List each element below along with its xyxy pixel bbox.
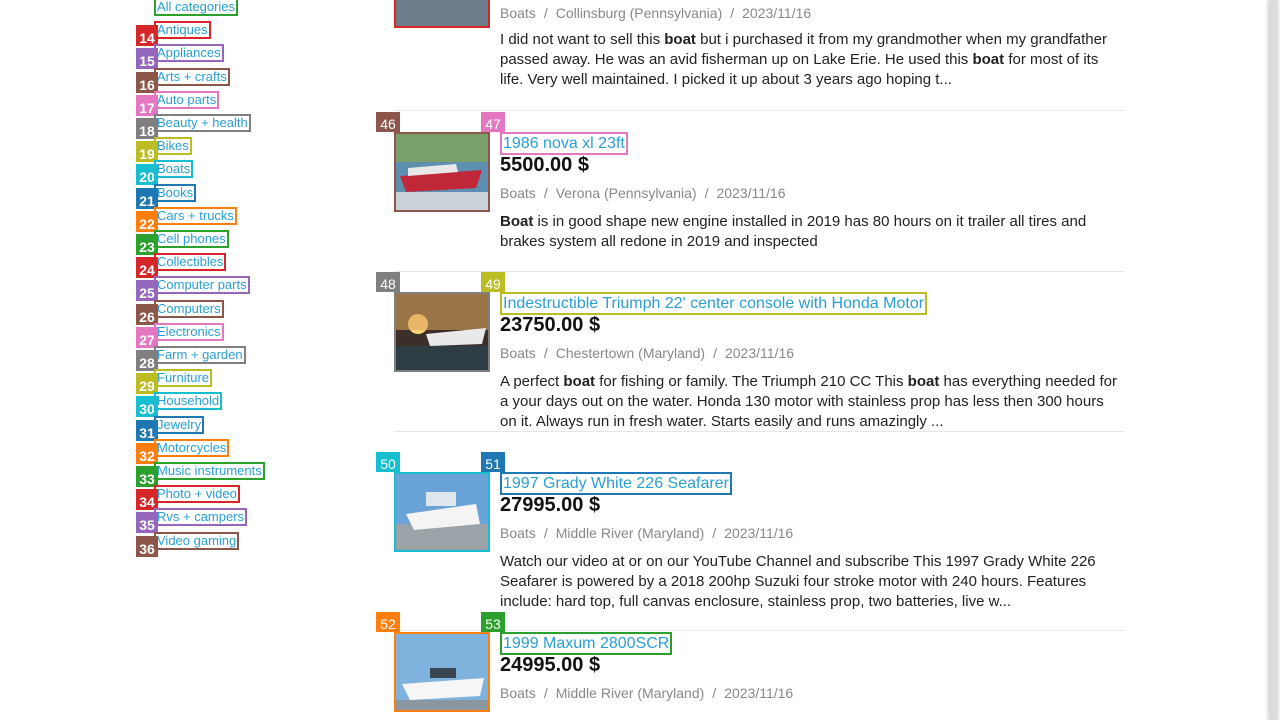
category-item[interactable]: 16 Arts + crafts bbox=[136, 67, 230, 93]
page-scrollbar[interactable] bbox=[1266, 0, 1280, 720]
listing-location: Middle River (Maryland) bbox=[555, 685, 705, 701]
category-link[interactable]: Arts + crafts bbox=[154, 67, 230, 86]
category-item[interactable]: 24 Collectibles bbox=[136, 253, 227, 279]
category-item[interactable]: 21 Books bbox=[136, 183, 197, 209]
category-link[interactable]: Cell phones bbox=[154, 230, 229, 248]
category-link[interactable]: Auto parts bbox=[154, 90, 220, 109]
category-link[interactable]: Electronics bbox=[154, 322, 224, 341]
category-link[interactable]: Appliances bbox=[154, 44, 224, 63]
category-link[interactable]: All categories bbox=[154, 0, 239, 16]
category-link[interactable]: Collectibles bbox=[154, 253, 227, 272]
category-link[interactable]: Rvs + campers bbox=[154, 508, 248, 527]
listing-price: 24995.00 $ bbox=[500, 654, 601, 676]
listing-item: 52 53 1999 Maxum 2800SCR 24995.00 $ Boats / Mi… bbox=[376, 0, 1124, 720]
index-badge: 53 bbox=[481, 612, 505, 632]
category-link[interactable]: Furniture bbox=[154, 369, 213, 388]
index-badge: 52 bbox=[376, 612, 400, 632]
listing-date: 2023/11/16 bbox=[724, 685, 794, 701]
category-item[interactable]: 17 Auto parts bbox=[136, 90, 220, 116]
category-link[interactable]: Farm + garden bbox=[154, 346, 246, 364]
category-link[interactable]: Bikes bbox=[154, 137, 192, 156]
listing-meta: Boats / Middle River (Maryland) / 2023/11/16 bbox=[500, 685, 793, 701]
category-item[interactable]: 18 Beauty + health bbox=[136, 114, 251, 139]
category-link[interactable]: Boats bbox=[154, 160, 194, 179]
category-link[interactable]: Jewelry bbox=[154, 415, 205, 434]
category-item[interactable]: 31 Jewelry bbox=[136, 415, 205, 441]
category-link[interactable]: Photo + video bbox=[154, 485, 240, 504]
category-item[interactable]: 28 Farm + garden bbox=[136, 346, 246, 371]
category-item[interactable]: 15 Appliances bbox=[136, 44, 224, 70]
listing-title-link[interactable]: 1999 Maxum 2800SCR bbox=[500, 632, 673, 655]
category-link[interactable]: Video gaming bbox=[154, 531, 240, 550]
listing-category[interactable]: Boats bbox=[500, 685, 536, 701]
listing-thumbnail[interactable] bbox=[394, 632, 490, 712]
category-link[interactable]: Books bbox=[154, 183, 197, 202]
category-item[interactable]: 29 Furniture bbox=[136, 369, 213, 395]
separator-glyph: / bbox=[543, 685, 548, 701]
scrollbar-thumb[interactable] bbox=[1268, 0, 1278, 720]
category-item[interactable]: 19 Bikes bbox=[136, 137, 192, 163]
category-link[interactable]: Computers bbox=[154, 299, 224, 318]
category-link[interactable]: Cars + trucks bbox=[154, 206, 237, 225]
separator-glyph: / bbox=[712, 685, 717, 701]
category-link[interactable]: Household bbox=[154, 392, 223, 411]
category-item[interactable]: 22 Cars + trucks bbox=[136, 206, 237, 232]
category-link[interactable]: Motorcycles bbox=[154, 438, 230, 457]
category-item[interactable]: 36 Video gaming bbox=[136, 531, 240, 557]
category-item[interactable]: 26 Computers bbox=[136, 299, 224, 325]
category-item[interactable]: 30 Household bbox=[136, 392, 223, 418]
category-link[interactable]: Music instruments bbox=[154, 462, 265, 480]
category-item[interactable]: 34 Photo + video bbox=[136, 485, 240, 511]
category-item[interactable]: 20 Boats bbox=[136, 160, 194, 186]
category-item[interactable]: 35 Rvs + campers bbox=[136, 508, 248, 534]
category-item[interactable]: 32 Motorcycles bbox=[136, 438, 230, 464]
category-link[interactable]: Antiques bbox=[154, 21, 211, 40]
category-item[interactable]: 23 Cell phones bbox=[136, 230, 229, 255]
category-item[interactable]: 14 Antiques bbox=[136, 21, 211, 47]
category-item[interactable]: All categories bbox=[136, 0, 239, 21]
category-item[interactable]: 25 Computer parts bbox=[136, 276, 250, 302]
category-link[interactable]: Computer parts bbox=[154, 276, 250, 295]
category-item[interactable]: 27 Electronics bbox=[136, 322, 224, 348]
category-link[interactable]: Beauty + health bbox=[154, 114, 251, 132]
category-item[interactable]: 33 Music instruments bbox=[136, 462, 265, 487]
